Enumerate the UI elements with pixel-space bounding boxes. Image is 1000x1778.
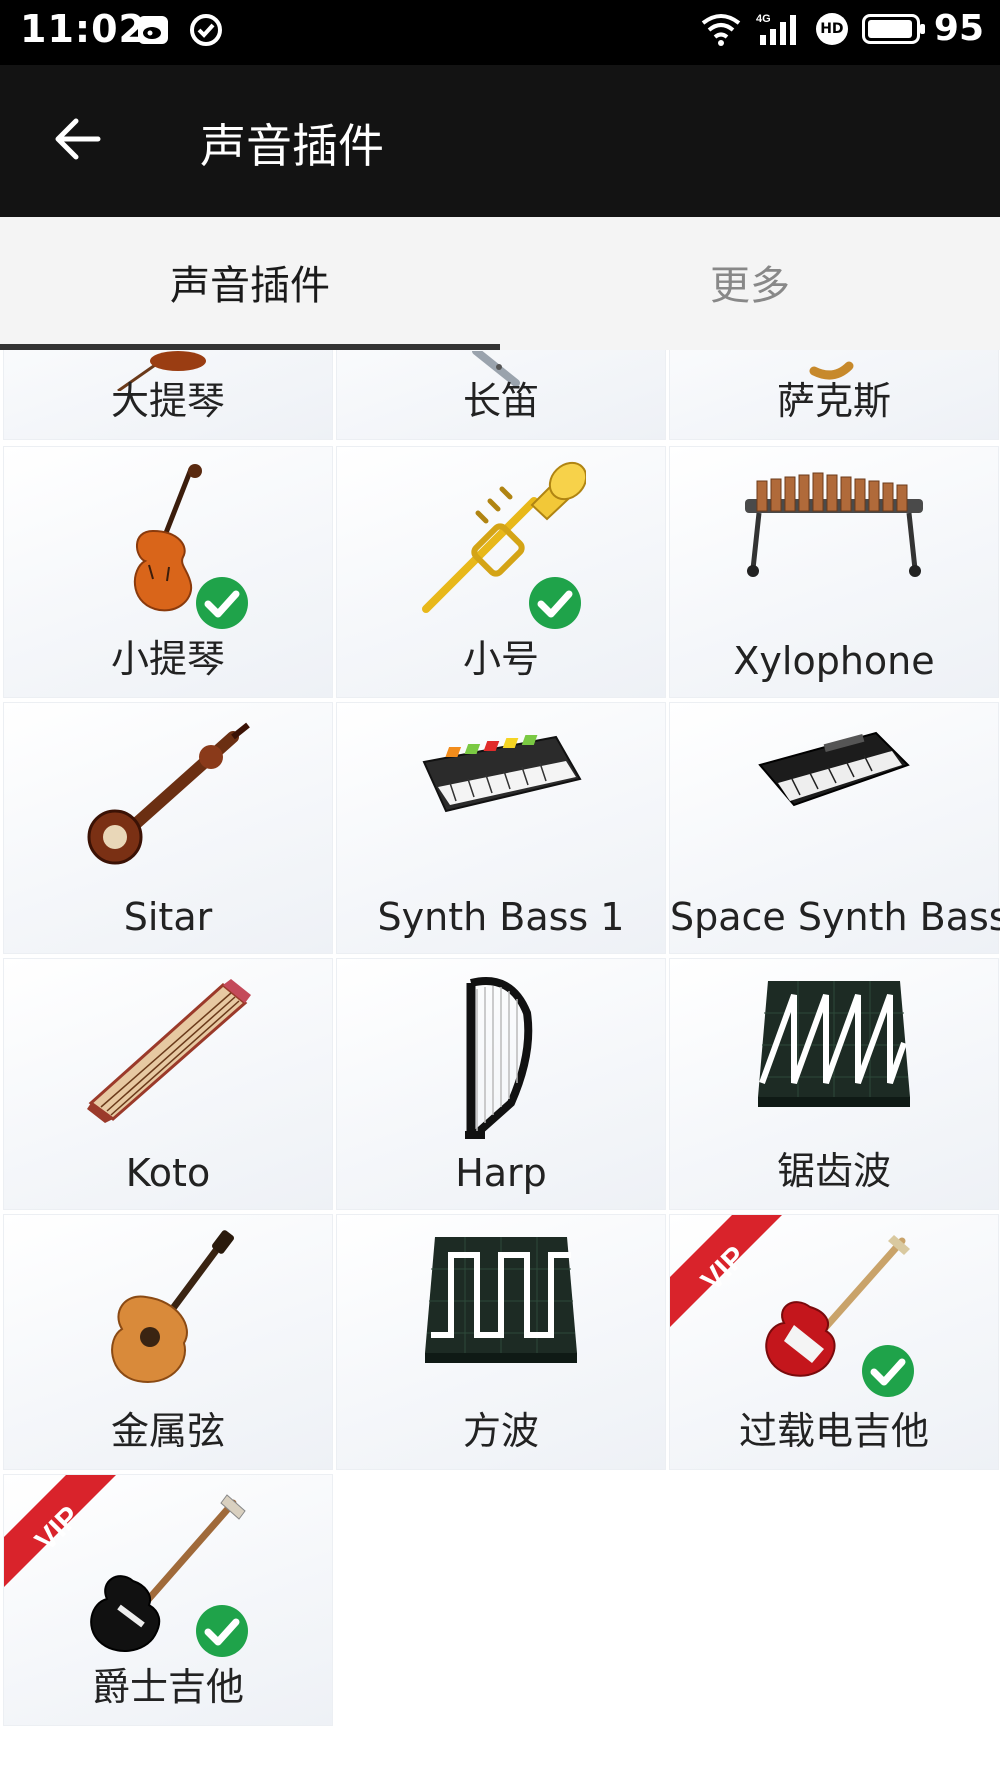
svg-text:4G: 4G (756, 13, 771, 25)
instrument-label: 爵士吉他 (91, 1665, 244, 1709)
instrument-tile-square-wave[interactable]: 方波 (336, 1214, 666, 1470)
instrument-label: 过载电吉他 (738, 1409, 929, 1453)
instrument-tile-violin[interactable]: 小提琴 (3, 446, 333, 698)
instrument-tile-acoustic-guitar[interactable]: 金属弦 (3, 1214, 333, 1470)
selected-check-icon (527, 575, 583, 631)
sitar-icon (83, 717, 253, 871)
acoustic-guitar-icon (98, 1229, 238, 1393)
status-time: 11:02 (20, 7, 146, 51)
weibo-icon (138, 16, 168, 44)
app-toolbar: 声音插件 (0, 65, 1000, 217)
selected-check-icon (194, 1603, 250, 1659)
instrument-label: 锯齿波 (776, 1149, 891, 1193)
instrument-label: 萨克斯 (776, 379, 891, 423)
vip-badge: VIP (670, 1215, 785, 1330)
instrument-label: Sitar (123, 895, 213, 939)
instrument-tile-cello[interactable]: 大提琴 (3, 350, 333, 440)
instrument-label: 大提琴 (110, 379, 225, 423)
hd-voice-icon: HD (815, 12, 848, 45)
square-wave-icon (421, 1229, 581, 1373)
instrument-grid: 大提琴 长笛 萨克斯 小提琴 小号 Xylophone Sitar Synth … (0, 350, 1000, 1778)
instrument-tile-trumpet[interactable]: 小号 (336, 446, 666, 698)
sawtooth-wave-icon (754, 973, 914, 1117)
back-arrow-icon (55, 118, 101, 160)
instrument-tile-saxophone[interactable]: 萨克斯 (669, 350, 999, 440)
tab-sound-plugins[interactable]: 声音插件 (0, 217, 500, 347)
instrument-tile-electric-guitar[interactable]: VIP 过载电吉他 (669, 1214, 999, 1470)
synth-keyboard-icon (416, 717, 586, 831)
tab-more[interactable]: 更多 (500, 217, 1000, 347)
battery-percent: 95 (933, 8, 984, 49)
status-bar: 11:02 4G HD 95 (0, 0, 1000, 65)
instrument-label: Xylophone (733, 639, 935, 683)
instrument-label: Harp (455, 1151, 547, 1195)
instrument-label: 长笛 (462, 379, 539, 423)
selected-check-icon (194, 575, 250, 631)
instrument-tile-koto[interactable]: Koto (3, 958, 333, 1210)
page-title: 声音插件 (200, 119, 384, 173)
harp-icon (451, 973, 551, 1147)
signal-4g-icon: 4G (756, 13, 796, 45)
tab-bar: 声音插件 更多 (0, 217, 1000, 351)
instrument-label: Synth Bass 1 (377, 895, 625, 939)
instrument-label: Space Synth Bass (670, 895, 1000, 939)
instrument-tile-synth-keyboard[interactable]: Synth Bass 1 (336, 702, 666, 954)
instrument-label: 小号 (462, 637, 539, 681)
selected-check-icon (860, 1343, 916, 1399)
instrument-tile-jazz-guitar[interactable]: VIP 爵士吉他 (3, 1474, 333, 1726)
status-notification-icons (136, 12, 224, 48)
instrument-tile-sitar[interactable]: Sitar (3, 702, 333, 954)
instrument-tile-sawtooth-wave[interactable]: 锯齿波 (669, 958, 999, 1210)
battery-icon (861, 13, 925, 44)
instrument-label: 方波 (462, 1409, 539, 1453)
instrument-label: Koto (125, 1151, 211, 1195)
koto-icon (83, 973, 253, 1127)
synth-keyboard-dark-icon (754, 717, 914, 821)
status-indicators: 4G HD 95 (700, 8, 984, 49)
battery-fill (867, 19, 912, 38)
instrument-tile-synth-keyboard-dark[interactable]: Space Synth Bass (669, 702, 1000, 954)
wifi-icon (701, 13, 741, 46)
instrument-tile-xylophone[interactable]: Xylophone (669, 446, 999, 698)
check-circle-status-icon (190, 14, 222, 46)
instrument-tile-harp[interactable]: Harp (336, 958, 666, 1210)
instrument-label: 小提琴 (110, 637, 225, 681)
instrument-label: 金属弦 (110, 1409, 225, 1453)
instrument-tile-flute[interactable]: 长笛 (336, 350, 666, 440)
xylophone-icon (739, 461, 929, 585)
back-button[interactable] (50, 109, 110, 169)
vip-badge: VIP (4, 1475, 119, 1590)
